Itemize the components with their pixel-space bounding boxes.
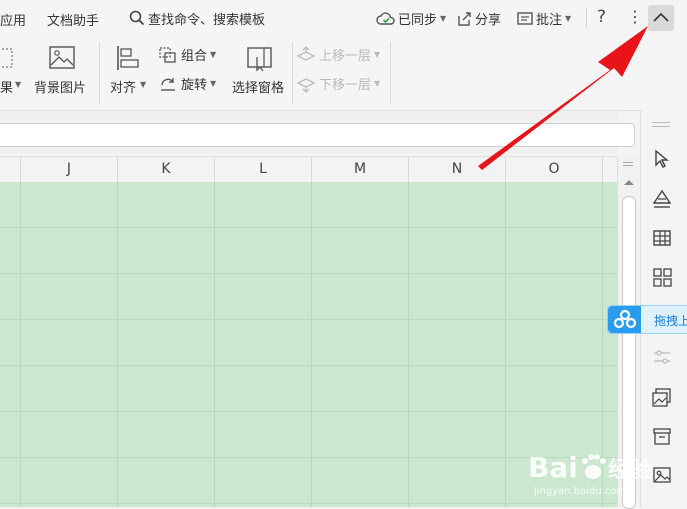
watermark-brand: Bai	[528, 451, 578, 484]
background-image-label: 背景图片	[34, 81, 87, 96]
grid-line	[0, 457, 617, 458]
column-header-row: J K L M N O	[0, 156, 617, 183]
column-header-n[interactable]: N	[408, 157, 505, 182]
rotate-icon	[161, 77, 175, 91]
background-image-button[interactable]: 背景图片	[34, 42, 92, 102]
menu-tab-app[interactable]: 应用	[0, 10, 26, 29]
sync-status-button[interactable]: 已同步 ▼	[376, 9, 446, 28]
watermark-brand-suffix: 经验	[608, 457, 652, 483]
watermark-url: jingyan.baidu.com	[533, 486, 626, 497]
image-icon	[49, 46, 75, 69]
baidu-cloud-icon	[613, 309, 637, 329]
align-label: 对齐	[110, 81, 137, 96]
adjust-sliders-icon[interactable]	[651, 346, 673, 368]
column-divider	[602, 157, 603, 182]
image-library-icon[interactable]	[651, 386, 673, 408]
group-label: 组合	[181, 49, 208, 64]
chevron-down-icon: ▼	[210, 79, 217, 88]
layer-up-icon	[296, 45, 316, 61]
chevron-down-icon: ▼	[374, 79, 381, 88]
effect-icon	[0, 48, 13, 68]
share-label: 分享	[475, 13, 502, 28]
column-header-j[interactable]: J	[20, 157, 117, 182]
toolbar-divider	[292, 42, 293, 104]
grid-line	[0, 319, 617, 320]
group-button[interactable]: 组合 ▼	[158, 45, 216, 64]
selection-pane-label: 选择窗格	[232, 81, 285, 96]
grid-line	[0, 273, 617, 274]
column-header-l[interactable]: L	[214, 157, 311, 182]
shape-style-icon[interactable]	[651, 188, 673, 210]
search-icon	[129, 10, 145, 26]
layer-down-icon	[296, 77, 316, 93]
ribbon-toolbar: 果 ▼ 背景图片 对齐 ▼ 组合 ▼ 旋转 ▼ 选择窗格 上移一层 ▼ 下移一层…	[0, 36, 687, 111]
baidu-upload-label: 拖拽上传	[654, 314, 687, 328]
chevron-down-icon: ▼	[565, 14, 572, 23]
share-icon	[458, 11, 471, 26]
collapse-ribbon-button[interactable]	[648, 5, 674, 31]
grid-line	[505, 182, 506, 507]
comment-button[interactable]: 批注 ▼	[516, 9, 571, 28]
sidebar-grip	[652, 122, 670, 123]
grid-line	[214, 182, 215, 507]
share-button[interactable]: 分享	[456, 9, 501, 28]
grid-line	[117, 182, 118, 507]
align-button[interactable]: 对齐 ▼	[108, 42, 150, 102]
scroll-grip	[623, 162, 633, 163]
move-down-label: 下移一层	[319, 78, 372, 93]
search-placeholder: 查找命令、搜索模板	[148, 12, 266, 28]
menu-bar: 应用 文档助手 查找命令、搜索模板 已同步 ▼ 分享 批注 ▼ ? ⋮	[0, 0, 687, 36]
rotate-label: 旋转	[181, 78, 208, 93]
group-icon	[159, 46, 176, 63]
column-header-m[interactable]: M	[311, 157, 408, 182]
apps-grid-icon[interactable]	[651, 266, 673, 288]
help-icon[interactable]: ?	[597, 7, 606, 27]
comment-icon	[517, 11, 533, 25]
baidu-upload-tab[interactable]: 拖拽上传	[607, 305, 687, 334]
menu-tab-doc-assistant[interactable]: 文档助手	[47, 10, 99, 29]
chevron-down-icon: ▼	[15, 80, 22, 89]
select-cursor-icon[interactable]	[651, 148, 673, 170]
command-search[interactable]: 查找命令、搜索模板	[129, 9, 266, 28]
grid-line	[0, 365, 617, 366]
formula-bar	[0, 111, 635, 153]
column-header-k[interactable]: K	[117, 157, 214, 182]
grid-line	[20, 182, 21, 507]
scroll-up-arrow-icon[interactable]	[623, 178, 635, 186]
move-down-button[interactable]: 下移一层 ▼	[296, 74, 380, 93]
selection-pane-icon	[247, 47, 272, 72]
scroll-grip	[623, 165, 633, 166]
cell-grid[interactable]	[0, 182, 617, 507]
formula-input[interactable]	[0, 123, 635, 147]
chevron-down-icon: ▼	[440, 14, 447, 23]
column-header-o[interactable]: O	[505, 157, 602, 182]
selection-pane-button[interactable]: 选择窗格	[230, 42, 288, 102]
chevron-up-icon	[653, 12, 669, 22]
comment-label: 批注	[536, 13, 563, 28]
more-options-icon[interactable]: ⋮	[627, 7, 643, 26]
baidu-cloud-badge	[608, 306, 641, 333]
baidu-watermark: Bai 经验 jingyan.baidu.com	[528, 451, 652, 497]
rotate-button[interactable]: 旋转 ▼	[158, 74, 216, 93]
table-icon[interactable]	[651, 227, 673, 249]
chevron-down-icon: ▼	[140, 80, 147, 89]
effect-button-label[interactable]: 果	[0, 77, 13, 96]
chevron-down-icon: ▼	[210, 50, 217, 59]
sync-label: 已同步	[398, 13, 438, 28]
menu-divider	[586, 8, 587, 28]
grid-line	[0, 411, 617, 412]
toolbar-divider	[390, 42, 391, 104]
paw-icon	[582, 454, 606, 479]
sidebar-grip	[652, 126, 670, 127]
toolbar-divider	[99, 42, 100, 104]
grid-line	[0, 227, 617, 228]
grid-line	[0, 503, 617, 504]
cloud-sync-icon	[376, 11, 395, 25]
align-left-icon	[117, 46, 139, 70]
chevron-down-icon: ▼	[374, 50, 381, 59]
move-up-button[interactable]: 上移一层 ▼	[296, 45, 380, 64]
grid-line	[311, 182, 312, 507]
grid-line	[408, 182, 409, 507]
move-up-label: 上移一层	[319, 49, 372, 64]
